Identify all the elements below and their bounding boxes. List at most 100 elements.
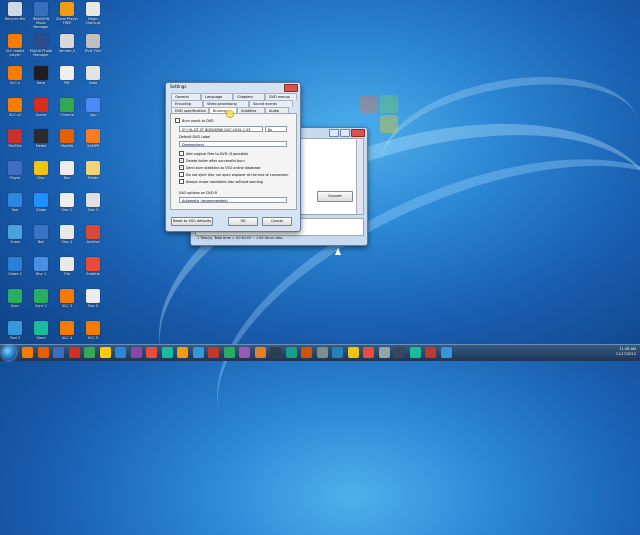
option-checkbox[interactable]: Add original files to DVD (if possible) bbox=[179, 151, 248, 156]
taskbar-app-icon[interactable] bbox=[192, 347, 204, 358]
desktop-icon[interactable]: VLC 5 bbox=[80, 320, 106, 340]
close-button[interactable] bbox=[351, 129, 365, 137]
desktop-icon[interactable]: Doc 3 bbox=[80, 193, 106, 212]
taskbar-app-icon[interactable] bbox=[84, 347, 95, 358]
tab-chapters[interactable]: Chapters bbox=[233, 93, 265, 100]
desktop-icon[interactable]: Archive bbox=[80, 224, 106, 244]
tab-encoding[interactable]: Encoding bbox=[171, 100, 203, 107]
desktop-icon[interactable]: Doc bbox=[54, 161, 80, 180]
taskbar-app-icon[interactable] bbox=[285, 347, 297, 358]
taskbar-app-icon[interactable] bbox=[223, 347, 235, 358]
desktop-icon[interactable]: VLC x bbox=[2, 65, 28, 85]
option-checkbox[interactable]: ✓ Send burn statistics to VSO online data… bbox=[179, 165, 261, 170]
scrollbar[interactable] bbox=[356, 138, 364, 215]
option-checkbox[interactable]: Always erase rewritable disc without war… bbox=[179, 179, 263, 184]
cancel-button[interactable]: Cancel bbox=[262, 217, 292, 226]
taskbar-app-icon[interactable] bbox=[347, 347, 359, 358]
taskbar-app-icon[interactable] bbox=[146, 347, 157, 358]
drive-select[interactable]: [F:] HL-DT-ST BDDVDRW GGC-H20L 1.03 bbox=[179, 126, 263, 132]
desktop-icon[interactable]: Sync bbox=[2, 288, 28, 308]
desktop-icon[interactable]: Tool bbox=[2, 193, 28, 212]
speed-select[interactable]: 8x bbox=[265, 126, 287, 132]
tab-sound-events[interactable]: Sound events bbox=[249, 100, 293, 107]
taskbar-app-icon[interactable] bbox=[440, 347, 452, 358]
start-button[interactable] bbox=[2, 346, 16, 360]
desktop-icon[interactable]: Ball bbox=[28, 224, 54, 244]
desktop-icon[interactable]: Subtitle bbox=[80, 256, 106, 276]
desktop-icon[interactable]: Globe 2 bbox=[2, 256, 28, 276]
burn-to-dvd-checkbox[interactable]: Burn result to DVD bbox=[175, 118, 214, 123]
desktop-icon[interactable]: VLC 3 bbox=[54, 288, 80, 308]
reset-defaults-button[interactable]: Reset to VSO defaults bbox=[171, 217, 213, 226]
desktop-icon[interactable]: Disc bbox=[28, 161, 54, 180]
desktop-icon[interactable]: Chrome bbox=[54, 97, 80, 117]
taskbar-app-icon[interactable] bbox=[394, 347, 405, 358]
desktop-icon[interactable]: Folder bbox=[80, 161, 106, 180]
desktop-icon[interactable]: VLC media player bbox=[2, 33, 28, 57]
taskbar-app-icon[interactable] bbox=[425, 347, 436, 358]
tab-general[interactable]: General bbox=[171, 93, 201, 100]
taskbar-app-icon[interactable] bbox=[239, 347, 250, 358]
minimize-button[interactable] bbox=[329, 129, 339, 137]
option-checkbox[interactable]: Do not eject disc nor open explorer at t… bbox=[179, 172, 288, 177]
taskbar-app-icon[interactable] bbox=[254, 347, 266, 358]
desktop-icon[interactable]: App bbox=[80, 97, 106, 117]
tab-video-processing[interactable]: Video processing bbox=[203, 100, 249, 107]
taskbar-app-icon[interactable] bbox=[177, 347, 188, 358]
taskbar-app-icon[interactable] bbox=[22, 347, 33, 358]
taskbar-app-icon[interactable] bbox=[208, 347, 219, 358]
taskbar-app-icon[interactable] bbox=[53, 347, 64, 358]
option-checkbox[interactable]: ✓ Delete folder after successful burn bbox=[179, 158, 245, 163]
tab-language[interactable]: Language bbox=[201, 93, 233, 100]
desktop-icon[interactable]: remote_x bbox=[54, 33, 80, 53]
desktop-icon[interactable]: Globe bbox=[28, 193, 54, 212]
desktop-icon[interactable]: Nero bbox=[28, 65, 54, 85]
desktop-icon[interactable]: Magic Shortcut bbox=[80, 2, 106, 25]
system-clock[interactable]: 11:38 AM 11/17/2012 bbox=[616, 347, 636, 357]
tab-dvd-menus[interactable]: DVD menus bbox=[265, 93, 297, 100]
desktop-icon[interactable]: Tool 2 bbox=[2, 320, 28, 340]
desktop-icon[interactable]: Data bbox=[80, 65, 106, 85]
taskbar-app-icon[interactable] bbox=[332, 347, 343, 358]
desktop-icon[interactable]: Doc 2 bbox=[54, 193, 80, 212]
taskbar-app-icon[interactable] bbox=[115, 347, 126, 358]
desktop-icon[interactable]: Media bbox=[28, 129, 54, 148]
desktop-icon[interactable]: MAGIX Photo Manager bbox=[28, 33, 54, 57]
taskbar-app-icon[interactable] bbox=[409, 347, 421, 358]
desktop-icon[interactable]: PDF bbox=[54, 65, 80, 85]
desktop-icon[interactable]: VLC x2 bbox=[2, 97, 28, 117]
taskbar-app-icon[interactable] bbox=[363, 347, 374, 358]
desktop-icon[interactable]: File bbox=[54, 256, 80, 276]
dvd-label-input[interactable]: Dogmonkeys bbox=[179, 141, 287, 147]
desktop-icon[interactable]: Player bbox=[2, 161, 28, 180]
taskbar-app-icon[interactable] bbox=[301, 347, 312, 358]
desktop-icon[interactable]: Sync 2 bbox=[28, 288, 54, 308]
desktop-icon[interactable]: Doc 5 bbox=[80, 288, 106, 308]
taskbar-app-icon[interactable] bbox=[68, 347, 80, 358]
desktop-icon[interactable]: Zoom Player FREE bbox=[54, 2, 80, 25]
desktop-icon[interactable]: VLC 4 bbox=[54, 320, 80, 340]
taskbar-app-icon[interactable] bbox=[316, 347, 328, 358]
desktop-icon[interactable]: Snow bbox=[2, 224, 28, 244]
settings-close-button[interactable] bbox=[284, 84, 298, 92]
taskbar-app-icon[interactable] bbox=[99, 347, 111, 358]
taskbar-app-icon[interactable] bbox=[130, 347, 142, 358]
desktop-icon[interactable]: FileZilla bbox=[2, 129, 28, 148]
taskbar-app-icon[interactable] bbox=[270, 347, 281, 358]
desktop-icon[interactable]: IMGBURN Music Manager bbox=[28, 2, 54, 29]
desktop-icon[interactable]: DVD Flick bbox=[80, 33, 106, 53]
taskbar-app-icon[interactable] bbox=[37, 347, 49, 358]
convert-button[interactable]: Convert bbox=[317, 191, 353, 202]
desktop-icon[interactable]: Doc 4 bbox=[54, 224, 80, 244]
desktop-icon[interactable]: Recycle Bin bbox=[2, 2, 28, 21]
desktop-icon[interactable]: Disc 2 bbox=[28, 256, 54, 276]
desktop-icon[interactable]: XAMPP bbox=[80, 129, 106, 148]
taskbar-app-icon[interactable] bbox=[378, 347, 390, 358]
desktop-icon[interactable]: Mozilla bbox=[54, 129, 80, 148]
desktop-icon[interactable]: Store bbox=[28, 320, 54, 340]
sao-select[interactable]: Automatic (recommended) bbox=[179, 197, 287, 203]
maximize-button[interactable] bbox=[340, 129, 350, 137]
desktop-icon[interactable]: Opera bbox=[28, 97, 54, 117]
taskbar-app-icon[interactable] bbox=[161, 347, 173, 358]
ok-button[interactable]: OK bbox=[228, 217, 258, 226]
